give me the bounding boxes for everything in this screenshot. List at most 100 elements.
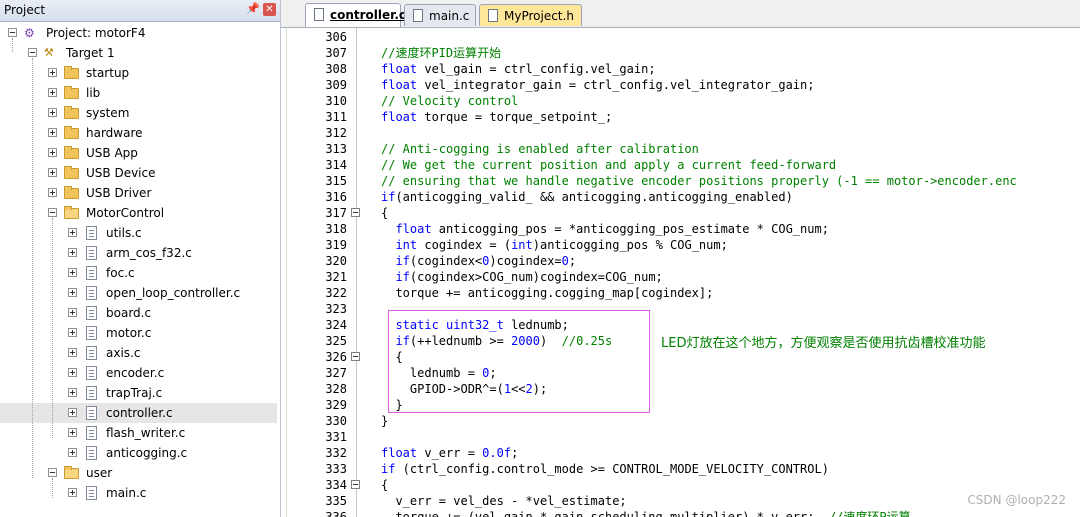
project-panel-title: Project [4,3,46,17]
tab-main-c[interactable]: main.c [404,4,476,26]
expand-icon[interactable] [68,228,77,237]
tree-group-hardware[interactable]: hardware [0,123,277,143]
project-icon: ⚙ [24,26,35,40]
tree-file-arm_cos_f32-c[interactable]: arm_cos_f32.c [0,243,277,263]
code-line[interactable]: if (ctrl_config.control_mode >= CONTROL_… [381,461,829,477]
tree-file-board-c[interactable]: board.c [0,303,277,323]
expand-icon[interactable] [48,68,57,77]
tree-file-main-c[interactable]: main.c [0,483,277,503]
tree-file-open_loop_controller-c[interactable]: open_loop_controller.c [0,283,277,303]
expand-icon[interactable] [68,408,77,417]
line-number: 316 [325,190,347,204]
tree-group-usb-driver[interactable]: USB Driver [0,183,277,203]
code-line[interactable]: } [381,413,388,429]
tree-group-usb-device[interactable]: USB Device [0,163,277,183]
code-line[interactable]: { [381,477,388,493]
tree-guide-line [12,38,13,52]
expand-icon[interactable] [68,308,77,317]
tree-file-trapTraj-c[interactable]: trapTraj.c [0,383,277,403]
expand-icon[interactable] [48,128,57,137]
collapse-icon[interactable] [28,48,37,57]
expand-icon[interactable] [68,368,77,377]
code-line[interactable]: // ensuring that we handle negative enco… [381,173,1017,189]
code-line[interactable]: torque += (vel_gain * gain_scheduling_mu… [381,509,910,517]
expand-icon[interactable] [68,328,77,337]
tree-file-encoder-c[interactable]: encoder.c [0,363,277,383]
c-file-icon [413,9,423,22]
tree-file-anticogging-c[interactable]: anticogging.c [0,443,277,463]
tree-file-motor-c[interactable]: motor.c [0,323,277,343]
line-number: 309 [325,78,347,92]
tree-group-startup[interactable]: startup [0,63,277,83]
line-number: 306 [325,30,347,44]
expand-icon[interactable] [48,108,57,117]
target-icon: ⚒ [44,46,54,59]
collapse-icon[interactable] [48,208,57,217]
code-line[interactable]: float vel_gain = ctrl_config.vel_gain; [381,61,656,77]
tree-item-label: USB Device [86,166,156,180]
folder-icon [64,106,79,119]
fold-toggle-icon[interactable] [351,352,360,361]
code-line[interactable]: // Anti-cogging is enabled after calibra… [381,141,699,157]
tree-file-controller-c[interactable]: controller.c [0,403,277,423]
tab-controller-c[interactable]: controller.c [305,3,406,27]
code-editor[interactable]: 306 307 //速度环PID运算开始 308 float vel_gain = ct… [281,28,1080,517]
expand-icon[interactable] [68,348,77,357]
code-line[interactable]: float torque = torque_setpoint_; [381,109,612,125]
code-line[interactable]: //速度环PID运算开始 [381,45,501,61]
fold-toggle-icon[interactable] [351,208,360,217]
tree-group-motorcontrol[interactable]: MotorControl [0,203,277,223]
tree-target[interactable]: ⚒ Target 1 [0,43,277,63]
tree-group-system[interactable]: system [0,103,277,123]
tree-project-root[interactable]: ⚙ Project: motorF4 [0,23,277,43]
tree-guide-line [52,218,53,438]
expand-icon[interactable] [68,288,77,297]
code-line[interactable]: // Velocity control [381,93,518,109]
c-file-icon [86,266,97,280]
expand-icon[interactable] [68,428,77,437]
code-line[interactable]: if(cogindex<0)cogindex=0; [381,253,576,269]
c-file-icon [86,386,97,400]
close-icon[interactable]: ✕ [263,3,276,16]
expand-icon[interactable] [68,388,77,397]
c-file-icon [86,446,97,460]
tree-file-foc-c[interactable]: foc.c [0,263,277,283]
expand-icon[interactable] [68,248,77,257]
collapse-icon[interactable] [8,28,17,37]
code-line[interactable]: v_err = vel_des - *vel_estimate; [381,493,626,509]
tree-file-utils-c[interactable]: utils.c [0,223,277,243]
tree-guide-line [32,58,33,478]
expand-icon[interactable] [48,148,57,157]
code-line[interactable]: // We get the current position and apply… [381,157,836,173]
fold-toggle-icon[interactable] [351,480,360,489]
pin-icon[interactable]: 📌 [246,2,260,15]
code-line[interactable]: int cogindex = (int)anticogging_pos % CO… [381,237,727,253]
code-line[interactable]: if(anticogging_valid_ && anticogging.ant… [381,189,793,205]
expand-icon[interactable] [48,188,57,197]
line-number: 327 [325,366,347,380]
expand-icon[interactable] [48,88,57,97]
tree-file-axis-c[interactable]: axis.c [0,343,277,363]
expand-icon[interactable] [68,488,77,497]
tree-group-usb-app[interactable]: USB App [0,143,277,163]
code-line[interactable]: torque += anticogging.cogging_map[cogind… [381,285,713,301]
line-number: 315 [325,174,347,188]
tree-item-label: hardware [86,126,143,140]
expand-icon[interactable] [68,268,77,277]
tree-group-user[interactable]: user [0,463,277,483]
code-line[interactable]: float anticogging_pos = *anticogging_pos… [381,221,828,237]
code-line[interactable]: float v_err = 0.0f; [381,445,518,461]
code-line[interactable]: float vel_integrator_gain = ctrl_config.… [381,77,814,93]
tree-file-flash_writer-c[interactable]: flash_writer.c [0,423,277,443]
code-line[interactable]: if(cogindex>COG_num)cogindex=COG_num; [381,269,662,285]
c-file-icon [86,286,97,300]
tab-myproject-h[interactable]: MyProject.h [479,4,582,26]
folder-icon [64,86,79,99]
code-line[interactable]: { [381,205,388,221]
expand-icon[interactable] [68,448,77,457]
tree-group-lib[interactable]: lib [0,83,277,103]
fold-margin [356,28,357,517]
expand-icon[interactable] [48,168,57,177]
line-number: 318 [325,222,347,236]
collapse-icon[interactable] [48,468,57,477]
